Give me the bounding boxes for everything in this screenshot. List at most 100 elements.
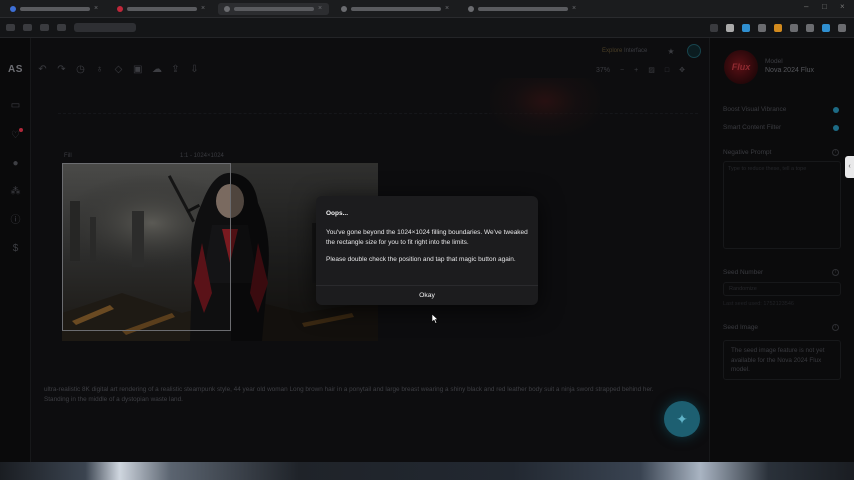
panel-collapse-handle[interactable]: ‹ [845, 156, 854, 178]
model-name[interactable]: Nova 2024 Flux [765, 67, 814, 74]
undo-icon[interactable]: ↶ [38, 64, 47, 75]
upload-icon[interactable]: ⇪ [171, 64, 180, 75]
extension-icon[interactable] [742, 24, 750, 32]
settings-panel: Flux Model Nova 2024 Flux Boost Visual V… [709, 38, 854, 462]
extension-icon[interactable] [790, 24, 798, 32]
info-icon[interactable]: i [832, 149, 839, 156]
fill-selection-rectangle[interactable] [62, 163, 231, 331]
canvas-toolbar: ↶ ↷ ◷ ♁ ◇ ▣ ☁ ⇪ ⇩ [38, 64, 199, 75]
reload-icon[interactable] [40, 24, 49, 31]
close-icon[interactable]: × [318, 5, 323, 12]
profile-icon[interactable] [822, 24, 830, 32]
header-right: Explore Interface ★ [602, 44, 701, 58]
browser-tab[interactable]: × [335, 3, 456, 15]
seed-image-note: The seed image feature is not yet availa… [723, 340, 841, 380]
forward-icon[interactable] [23, 24, 32, 31]
download-icon[interactable]: ⇩ [190, 64, 199, 75]
negative-prompt-input[interactable]: Type to reduce these, tell a tope [723, 161, 841, 249]
close-icon[interactable]: × [94, 5, 99, 12]
seed-image-label: Seed Image [723, 324, 759, 331]
canvas-upper-area [58, 78, 698, 114]
extension-icon[interactable] [774, 24, 782, 32]
history-icon[interactable]: ◷ [76, 64, 85, 75]
size-label: 1:1 - 1024×1024 [180, 153, 224, 159]
close-window-icon[interactable]: × [840, 3, 848, 11]
browser-tab-active[interactable]: × [218, 2, 329, 15]
tab-title-placeholder [351, 6, 441, 11]
image-view-icon[interactable]: ▨ [648, 66, 655, 74]
extension-icon[interactable] [806, 24, 814, 32]
close-icon[interactable]: × [201, 5, 206, 12]
group-icon[interactable]: ⁂ [10, 186, 21, 197]
zoom-in-icon[interactable]: + [634, 67, 638, 74]
info-icon[interactable]: ⓘ [10, 215, 21, 226]
browser-tab[interactable]: × [462, 3, 583, 15]
model-logo[interactable]: Flux [724, 50, 758, 84]
cloud-icon[interactable]: ☁ [152, 64, 162, 75]
eraser-icon[interactable]: ◇ [114, 64, 123, 75]
extension-icon[interactable] [710, 24, 718, 32]
model-logo-text: Flux [731, 62, 751, 72]
maximize-icon[interactable]: □ [822, 3, 830, 11]
zoom-out-icon[interactable]: − [620, 67, 624, 74]
tab-favicon-icon [117, 5, 123, 12]
boost-vibrance-toggle[interactable] [833, 107, 839, 113]
url-field[interactable] [74, 23, 136, 32]
browser-tab-bar: × × × × × – □ × [0, 0, 854, 18]
dialog-message-secondary: Please double check the position and tap… [326, 256, 516, 263]
left-nav: AS ▭ ♡ ● ⁂ ⓘ $ [0, 38, 31, 462]
close-icon[interactable]: × [445, 5, 450, 12]
star-icon[interactable]: ★ [667, 47, 674, 56]
previous-generation-thumbnail[interactable] [490, 78, 600, 136]
okay-button[interactable]: Okay [316, 285, 538, 305]
interface-label: Interface [624, 48, 648, 54]
info-icon[interactable]: i [832, 324, 839, 331]
magic-generate-button[interactable]: ✦ [664, 401, 700, 437]
explore-interface-link[interactable]: Explore Interface [602, 48, 647, 54]
window-controls: – □ × [804, 3, 848, 11]
avatar[interactable] [686, 44, 701, 58]
prompt-text[interactable]: ultra-realistic 8K digital art rendering… [44, 385, 674, 405]
lightbulb-icon[interactable]: ♁ [95, 64, 104, 75]
last-seed-text: Last seed used: 1752123546 [723, 301, 794, 307]
menu-icon[interactable] [838, 24, 846, 32]
extension-icons [710, 24, 846, 32]
redo-icon[interactable]: ↷ [57, 64, 66, 75]
info-icon[interactable]: i [832, 269, 839, 276]
smart-filter-toggle[interactable] [833, 125, 839, 131]
extension-icon[interactable] [758, 24, 766, 32]
browser-tab[interactable]: × [4, 3, 105, 15]
move-icon[interactable]: ✥ [679, 66, 685, 74]
bag-icon[interactable]: ▣ [133, 64, 142, 75]
fill-label: Fill [64, 153, 72, 159]
dialog-title: Oops... [326, 210, 349, 217]
browser-tab[interactable]: × [111, 3, 212, 15]
smart-filter-label: Smart Content Filter [723, 124, 782, 131]
zoom-level: 37% [596, 66, 611, 74]
tab-title-placeholder [478, 6, 568, 11]
zoom-controls: 37% − + ▨ □ ✥ [596, 66, 685, 75]
desktop-taskbar [0, 462, 854, 480]
back-icon[interactable] [6, 24, 15, 31]
user-icon[interactable]: ● [10, 158, 21, 169]
minimize-icon[interactable]: – [804, 3, 812, 11]
dollar-icon[interactable]: $ [10, 243, 21, 254]
tab-title-placeholder [20, 6, 90, 11]
tab-title-placeholder [234, 6, 314, 11]
sparkle-icon: ✦ [676, 410, 688, 427]
close-icon[interactable]: × [572, 5, 577, 12]
seed-number-input[interactable]: Randomize [723, 282, 841, 296]
brand-logo[interactable]: AS [8, 64, 23, 75]
model-label: Model [765, 58, 783, 65]
oops-dialog: Oops... You've gone beyond the 1024×1024… [316, 196, 538, 305]
home-icon[interactable] [57, 24, 66, 31]
frame-icon[interactable]: □ [665, 67, 669, 74]
seed-number-label: Seed Number [723, 269, 764, 276]
screen: × × × × × – □ × AS ▭ ♡ ● ⁂ ⓘ $ ↶ ↷ ◷ ♁ ◇… [0, 0, 854, 480]
tab-title-placeholder [127, 6, 197, 11]
extension-icon[interactable] [726, 24, 734, 32]
tab-favicon-icon [468, 5, 474, 12]
browser-address-bar [0, 18, 854, 38]
boost-vibrance-label: Boost Visual Vibrance [723, 106, 787, 113]
image-icon[interactable]: ▭ [10, 100, 21, 111]
